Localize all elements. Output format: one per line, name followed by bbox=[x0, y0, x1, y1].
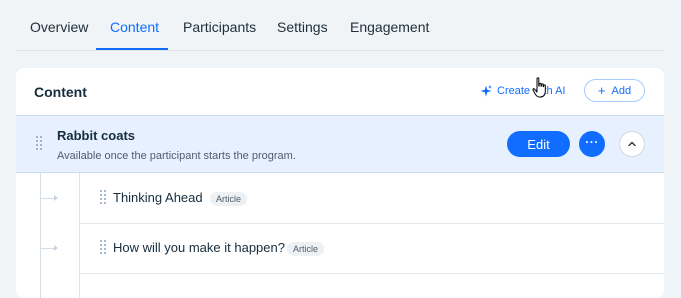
active-tab-indicator bbox=[96, 48, 168, 50]
card-title: Content bbox=[34, 84, 87, 100]
tab-content[interactable]: Content bbox=[110, 19, 159, 35]
list-item[interactable]: Thinking Ahead Article bbox=[80, 173, 664, 224]
content-card: Content Create with AI + Add Rabbit coat… bbox=[16, 68, 664, 298]
plus-icon: + bbox=[597, 82, 606, 98]
tree-connector-vertical bbox=[40, 173, 41, 298]
ellipsis-icon: ··· bbox=[585, 135, 599, 149]
step-title: How will you make it happen? bbox=[113, 240, 285, 255]
steps-panel: Thinking Ahead Article How will you make… bbox=[79, 173, 664, 298]
tab-settings[interactable]: Settings bbox=[277, 19, 328, 35]
tab-overview[interactable]: Overview bbox=[30, 19, 88, 35]
chevron-up-icon bbox=[628, 141, 636, 147]
step-type-badge: Article bbox=[287, 242, 325, 256]
add-button[interactable]: + Add bbox=[584, 79, 645, 102]
branch-arrow-icon bbox=[54, 195, 58, 201]
create-with-ai-label: Create with AI bbox=[497, 85, 566, 97]
tab-bar: Overview Content Participants Settings E… bbox=[16, 0, 664, 51]
section-subtitle: Available once the participant starts th… bbox=[57, 150, 296, 162]
drag-handle-icon[interactable] bbox=[36, 136, 42, 150]
drag-handle-icon[interactable] bbox=[100, 190, 106, 204]
branch-arrow-icon bbox=[54, 245, 58, 251]
collapse-button[interactable] bbox=[619, 131, 645, 157]
more-actions-button[interactable]: ··· bbox=[579, 131, 605, 157]
section-row[interactable]: Rabbit coats Available once the particip… bbox=[16, 115, 664, 173]
sparkle-icon bbox=[480, 85, 492, 97]
add-label: Add bbox=[611, 84, 632, 97]
create-with-ai-button[interactable]: Create with AI bbox=[480, 82, 565, 100]
drag-handle-icon[interactable] bbox=[100, 240, 106, 254]
step-type-badge: Article bbox=[210, 192, 248, 206]
section-title: Rabbit coats bbox=[57, 128, 136, 143]
list-item[interactable]: How will you make it happen? Article bbox=[80, 223, 664, 274]
step-title: Thinking Ahead bbox=[113, 190, 203, 205]
tab-engagement[interactable]: Engagement bbox=[350, 19, 429, 35]
edit-button[interactable]: Edit bbox=[507, 131, 570, 157]
tab-participants[interactable]: Participants bbox=[183, 19, 256, 35]
